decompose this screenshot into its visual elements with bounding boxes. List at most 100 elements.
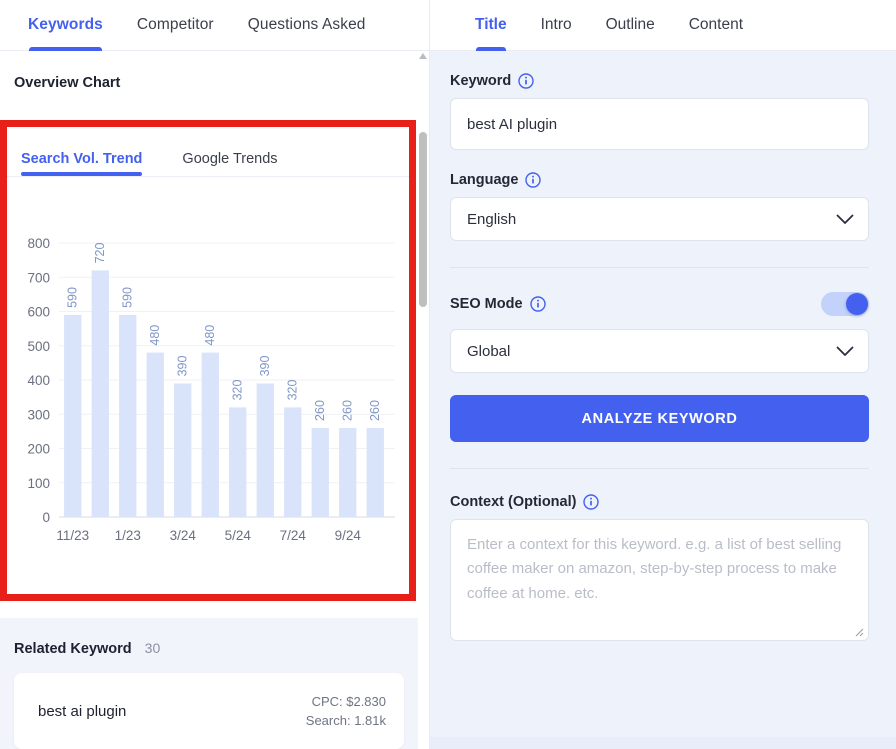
seo-mode-row: SEO Mode: [450, 292, 869, 316]
svg-text:200: 200: [27, 442, 50, 457]
related-keyword-search-volume: Search: 1.81k: [305, 713, 386, 728]
context-label-text: Context (Optional): [450, 494, 577, 510]
svg-text:5/24: 5/24: [225, 528, 252, 543]
context-field-label: Context (Optional): [450, 494, 869, 510]
svg-text:1/23: 1/23: [115, 528, 141, 543]
svg-text:0: 0: [42, 510, 50, 525]
seo-mode-toggle-knob: [846, 293, 868, 315]
overview-chart-title: Overview Chart: [14, 75, 121, 91]
resize-handle-icon[interactable]: [852, 625, 864, 637]
tab-search-vol-trend-label: Search Vol. Trend: [21, 151, 143, 167]
language-field-label: Language: [450, 172, 869, 188]
chart-highlight-box: Search Vol. Trend Google Trends 0 100 200 3…: [0, 120, 416, 601]
tab-search-vol-trend[interactable]: Search Vol. Trend: [21, 151, 143, 176]
search-volume-bar-chart: 0 100 200 300 400 500 600 700 800 590 720 590 480 390…: [7, 177, 409, 561]
tab-competitor[interactable]: Competitor: [137, 0, 214, 51]
right-panel-bottom-strip: [430, 737, 896, 749]
related-keyword-count: 30: [144, 640, 161, 656]
left-panel-scrollbar-thumb[interactable]: [419, 132, 427, 307]
tab-outline[interactable]: Outline: [606, 0, 655, 51]
related-keyword-cpc: CPC: $2.830: [311, 693, 386, 709]
left-tab-bar: Keywords Competitor Questions Asked: [0, 0, 429, 51]
svg-text:720: 720: [93, 242, 107, 263]
svg-text:600: 600: [27, 305, 50, 320]
tab-content[interactable]: Content: [689, 0, 743, 51]
svg-text:800: 800: [27, 236, 50, 251]
keyword-field-label: Keyword: [450, 73, 869, 89]
svg-text:9/24: 9/24: [335, 528, 362, 543]
tab-questions-asked-label: Questions Asked: [247, 16, 366, 33]
context-textarea[interactable]: Enter a context for this keyword. e.g. a…: [450, 519, 869, 641]
tab-outline-label: Outline: [605, 16, 655, 33]
tab-title-label: Title: [475, 16, 507, 33]
related-keyword-stats: CPC: $2.830 Search: 1.81k: [306, 692, 386, 731]
tab-title[interactable]: Title: [475, 0, 507, 51]
svg-text:300: 300: [27, 407, 50, 422]
svg-text:480: 480: [203, 325, 217, 346]
chevron-down-icon: [836, 214, 854, 224]
svg-text:500: 500: [27, 339, 50, 354]
language-select[interactable]: English: [450, 197, 869, 241]
tab-questions-asked[interactable]: Questions Asked: [248, 0, 366, 51]
seo-mode-toggle[interactable]: [821, 292, 869, 316]
svg-text:320: 320: [231, 379, 245, 400]
svg-text:400: 400: [27, 373, 50, 388]
svg-text:590: 590: [66, 287, 80, 308]
right-tab-bar: Title Intro Outline Content: [430, 0, 896, 51]
chart-tab-bar: Search Vol. Trend Google Trends: [7, 127, 409, 177]
svg-text:100: 100: [27, 476, 50, 491]
tab-keywords[interactable]: Keywords: [28, 0, 103, 51]
info-icon[interactable]: [529, 296, 546, 312]
svg-text:480: 480: [148, 325, 162, 346]
language-label-text: Language: [450, 172, 519, 188]
svg-text:260: 260: [341, 400, 355, 421]
tab-google-trends-label: Google Trends: [182, 151, 278, 167]
related-keyword-name: best ai plugin: [38, 702, 127, 720]
svg-text:390: 390: [258, 356, 272, 377]
tab-keywords-label: Keywords: [28, 16, 103, 33]
info-icon[interactable]: [525, 172, 542, 188]
keyword-analysis-form: Keyword best AI plugin Language English …: [430, 51, 896, 641]
svg-text:390: 390: [176, 356, 190, 377]
seo-mode-label-text: SEO Mode: [450, 296, 523, 312]
language-select-value: English: [467, 210, 517, 228]
related-keyword-section: Related Keyword 30 best ai plugin CPC: $…: [0, 618, 418, 749]
tab-intro[interactable]: Intro: [541, 0, 572, 51]
svg-text:3/24: 3/24: [170, 528, 197, 543]
tab-google-trends[interactable]: Google Trends: [182, 151, 277, 176]
keyword-input-value: best AI plugin: [467, 115, 558, 133]
svg-text:11/23: 11/23: [56, 528, 89, 543]
tab-intro-label: Intro: [540, 16, 572, 33]
bar-chart-svg: 0 100 200 300 400 500 600 700 800 590 720 590 480 390…: [27, 195, 401, 543]
related-keyword-header: Related Keyword 30: [14, 640, 404, 657]
right-panel: Title Intro Outline Content Keyword best…: [430, 0, 896, 749]
context-placeholder: Enter a context for this keyword. e.g. a…: [467, 536, 842, 602]
left-panel: Keywords Competitor Questions Asked Over…: [0, 0, 430, 749]
tab-competitor-label: Competitor: [136, 16, 214, 33]
svg-text:320: 320: [286, 379, 300, 400]
info-icon[interactable]: [518, 73, 534, 89]
tab-content-label: Content: [688, 16, 744, 33]
chart-card: Search Vol. Trend Google Trends 0 100 200 3…: [7, 127, 409, 594]
scroll-up-arrow-icon[interactable]: [418, 52, 428, 60]
svg-text:260: 260: [368, 400, 382, 421]
form-divider: [450, 267, 869, 268]
info-icon[interactable]: [583, 494, 600, 510]
analyze-keyword-button[interactable]: ANALYZE KEYWORD: [450, 395, 869, 442]
chevron-down-icon: [836, 346, 854, 356]
keyword-input[interactable]: best AI plugin: [450, 98, 869, 150]
related-keyword-card[interactable]: best ai plugin CPC: $2.830 Search: 1.81k: [14, 673, 404, 749]
related-keyword-title: Related Keyword: [14, 641, 132, 657]
svg-text:260: 260: [313, 400, 327, 421]
svg-text:700: 700: [27, 270, 50, 285]
context-block: Context (Optional) Enter a context for t…: [450, 494, 869, 641]
app-root: Keywords Competitor Questions Asked Over…: [0, 0, 896, 749]
svg-text:590: 590: [121, 287, 135, 308]
form-divider-2: [450, 468, 869, 469]
svg-text:7/24: 7/24: [280, 528, 307, 543]
seo-mode-label: SEO Mode: [450, 296, 546, 312]
keyword-label-text: Keyword: [450, 73, 512, 89]
scope-select-value: Global: [467, 342, 511, 360]
scope-select[interactable]: Global: [450, 329, 869, 373]
